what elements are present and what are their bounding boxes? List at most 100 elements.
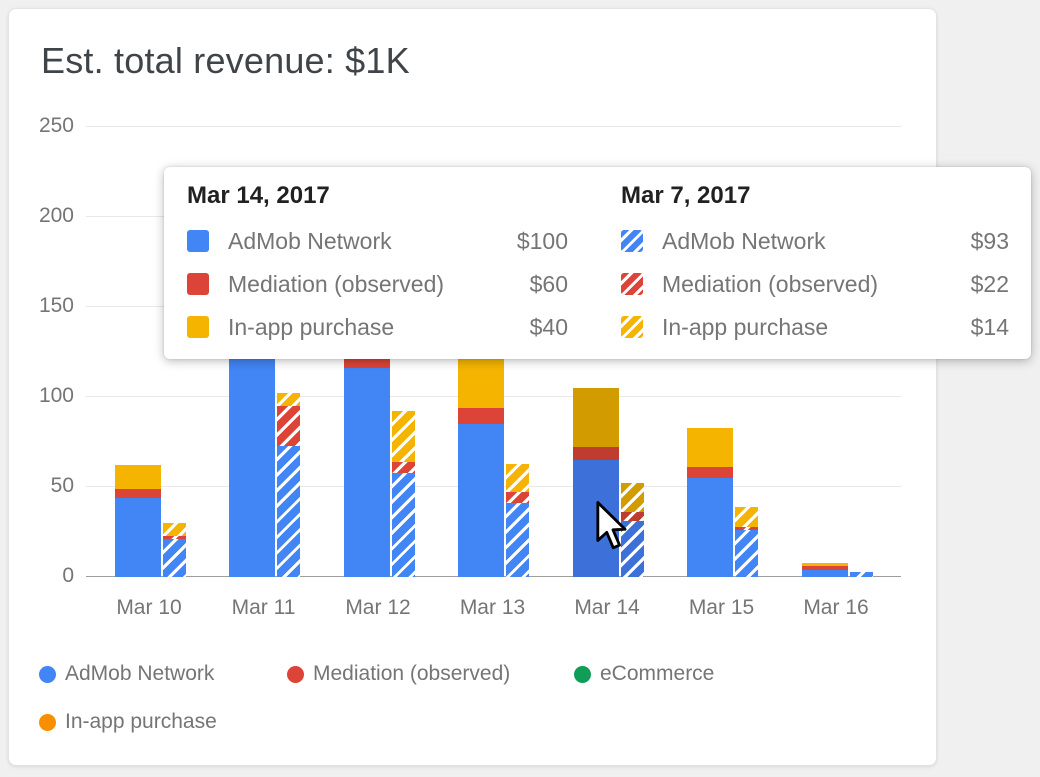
- y-axis-tick-label: 250: [38, 114, 74, 137]
- series-color-swatch: [621, 273, 643, 295]
- tooltip-series-value: $40: [529, 313, 568, 340]
- bar-segment[interactable]: [687, 478, 733, 577]
- tooltip-date-title: Mar 7, 2017: [621, 182, 751, 209]
- tooltip-row: AdMob Network $100: [187, 228, 568, 254]
- bar-segment[interactable]: [687, 427, 733, 468]
- tooltip-series-value: $60: [529, 270, 568, 297]
- bar-segment[interactable]: [114, 497, 161, 577]
- bar-segment[interactable]: [277, 393, 300, 407]
- x-axis-tick-label: Mar 12: [345, 596, 411, 619]
- hatched-stacked-bar[interactable]: [506, 463, 529, 577]
- bar-group-mar-16[interactable]: [801, 562, 873, 577]
- hatched-stacked-bar[interactable]: [735, 506, 758, 577]
- x-axis-tick-label: Mar 14: [574, 596, 640, 619]
- bar-segment[interactable]: [687, 467, 733, 478]
- gridline: [86, 126, 901, 127]
- y-axis-tick-label: 200: [38, 204, 74, 227]
- tooltip-date-title: Mar 14, 2017: [187, 182, 330, 209]
- tooltip-row: In-app purchase $14: [621, 314, 1009, 340]
- hatched-stacked-bar[interactable]: [162, 523, 186, 577]
- legend-color-dot: [287, 665, 304, 683]
- legend-color-dot: [39, 713, 56, 731]
- legend-item-ecommerce[interactable]: eCommerce: [574, 661, 714, 687]
- hatched-stacked-bar[interactable]: [849, 571, 873, 577]
- series-color-swatch: [621, 230, 643, 252]
- bar-segment[interactable]: [458, 424, 504, 577]
- y-axis-tick-label: 100: [38, 384, 74, 407]
- bar-group-mar-13[interactable]: [458, 335, 529, 577]
- legend-color-dot: [574, 665, 591, 683]
- bar-segment[interactable]: [735, 506, 758, 527]
- y-axis-tick-label: 50: [50, 474, 74, 497]
- bar-segment[interactable]: [391, 472, 415, 577]
- solid-stacked-bar[interactable]: [458, 335, 504, 577]
- revenue-card: Est. total revenue: $1K 0 50 100 150 200 250 M…: [8, 8, 1031, 766]
- series-color-swatch: [621, 316, 643, 338]
- tooltip-series-label: Mediation (observed): [662, 270, 879, 297]
- x-axis-tick-label: Mar 10: [116, 596, 182, 619]
- hatched-stacked-bar[interactable]: [277, 393, 300, 577]
- bar-segment[interactable]: [114, 488, 161, 498]
- legend-label: AdMob Network: [65, 662, 215, 685]
- tooltip-series-value: $93: [970, 227, 1009, 254]
- series-color-swatch: [187, 230, 209, 252]
- bar-segment[interactable]: [391, 461, 415, 473]
- legend-item-mediation-observed-[interactable]: Mediation (observed): [287, 661, 510, 687]
- tooltip-series-label: In-app purchase: [228, 313, 395, 340]
- tooltip-row: AdMob Network $93: [621, 228, 1009, 254]
- bar-segment[interactable]: [162, 539, 186, 577]
- tooltip-series-label: AdMob Network: [662, 227, 826, 254]
- bar-segment[interactable]: [849, 571, 873, 577]
- page-title: Est. total revenue: $1K: [41, 40, 410, 81]
- tooltip-column-current: Mar 14, 2017 AdMob Network $100 Mediation …: [187, 167, 568, 340]
- bar-segment[interactable]: [277, 445, 300, 577]
- bar-group-mar-10[interactable]: [114, 465, 186, 577]
- bar-segment[interactable]: [458, 407, 504, 424]
- hatched-stacked-bar[interactable]: [391, 411, 415, 577]
- legend-label: Mediation (observed): [313, 662, 511, 685]
- legend-color-dot: [39, 665, 56, 683]
- bar-segment[interactable]: [391, 411, 415, 462]
- series-color-swatch: [187, 273, 209, 295]
- y-axis-tick-label: 150: [38, 294, 74, 317]
- bar-segment[interactable]: [114, 465, 161, 489]
- solid-stacked-bar[interactable]: [343, 350, 390, 577]
- bar-segment[interactable]: [735, 530, 758, 577]
- tooltip-series-value: $14: [970, 313, 1009, 340]
- x-axis-tick-label: Mar 13: [459, 596, 526, 619]
- bar-group-mar-15[interactable]: [687, 427, 758, 577]
- solid-stacked-bar[interactable]: [801, 562, 848, 577]
- legend-label: eCommerce: [600, 662, 715, 685]
- bar-segment[interactable]: [506, 463, 529, 493]
- tooltip-row: In-app purchase $40: [187, 314, 568, 340]
- solid-stacked-bar[interactable]: [687, 427, 733, 577]
- x-axis-tick-label: Mar 15: [688, 596, 755, 619]
- solid-stacked-bar[interactable]: [114, 465, 161, 577]
- tooltip-row: Mediation (observed) $22: [621, 271, 1009, 297]
- bar-segment[interactable]: [572, 447, 619, 460]
- tooltip-series-label: AdMob Network: [228, 227, 392, 254]
- tooltip-series-value: $100: [516, 227, 568, 254]
- mouse-cursor-icon: [596, 501, 627, 550]
- tooltip-series-label: In-app purchase: [662, 313, 829, 340]
- x-axis-tick-label: Mar 16: [803, 596, 869, 619]
- tooltip-column-previous: Mar 7, 2017 AdMob Network $93 Mediation (o…: [621, 167, 1009, 340]
- bar-group-mar-12[interactable]: [343, 350, 415, 577]
- legend-item-in-app-purchase[interactable]: In-app purchase: [39, 709, 217, 735]
- bar-segment[interactable]: [343, 368, 390, 577]
- bar-segment[interactable]: [572, 388, 619, 448]
- bar-segment[interactable]: [277, 406, 300, 446]
- tooltip-row: Mediation (observed) $60: [187, 271, 568, 297]
- legend-item-admob-network[interactable]: AdMob Network: [39, 661, 214, 687]
- bar-segment[interactable]: [229, 343, 275, 577]
- bar-segment[interactable]: [506, 503, 529, 577]
- bar-segment[interactable]: [162, 523, 186, 536]
- y-axis-tick-label: 0: [62, 564, 74, 587]
- legend-label: In-app purchase: [65, 710, 217, 733]
- tooltip-series-value: $22: [970, 270, 1009, 297]
- x-axis-tick-label: Mar 11: [231, 596, 296, 619]
- bar-segment[interactable]: [506, 492, 529, 504]
- bar-segment[interactable]: [801, 569, 848, 577]
- chart-tooltip: Mar 14, 2017 AdMob Network $100 Mediation …: [164, 167, 1031, 359]
- tooltip-series-label: Mediation (observed): [228, 270, 445, 297]
